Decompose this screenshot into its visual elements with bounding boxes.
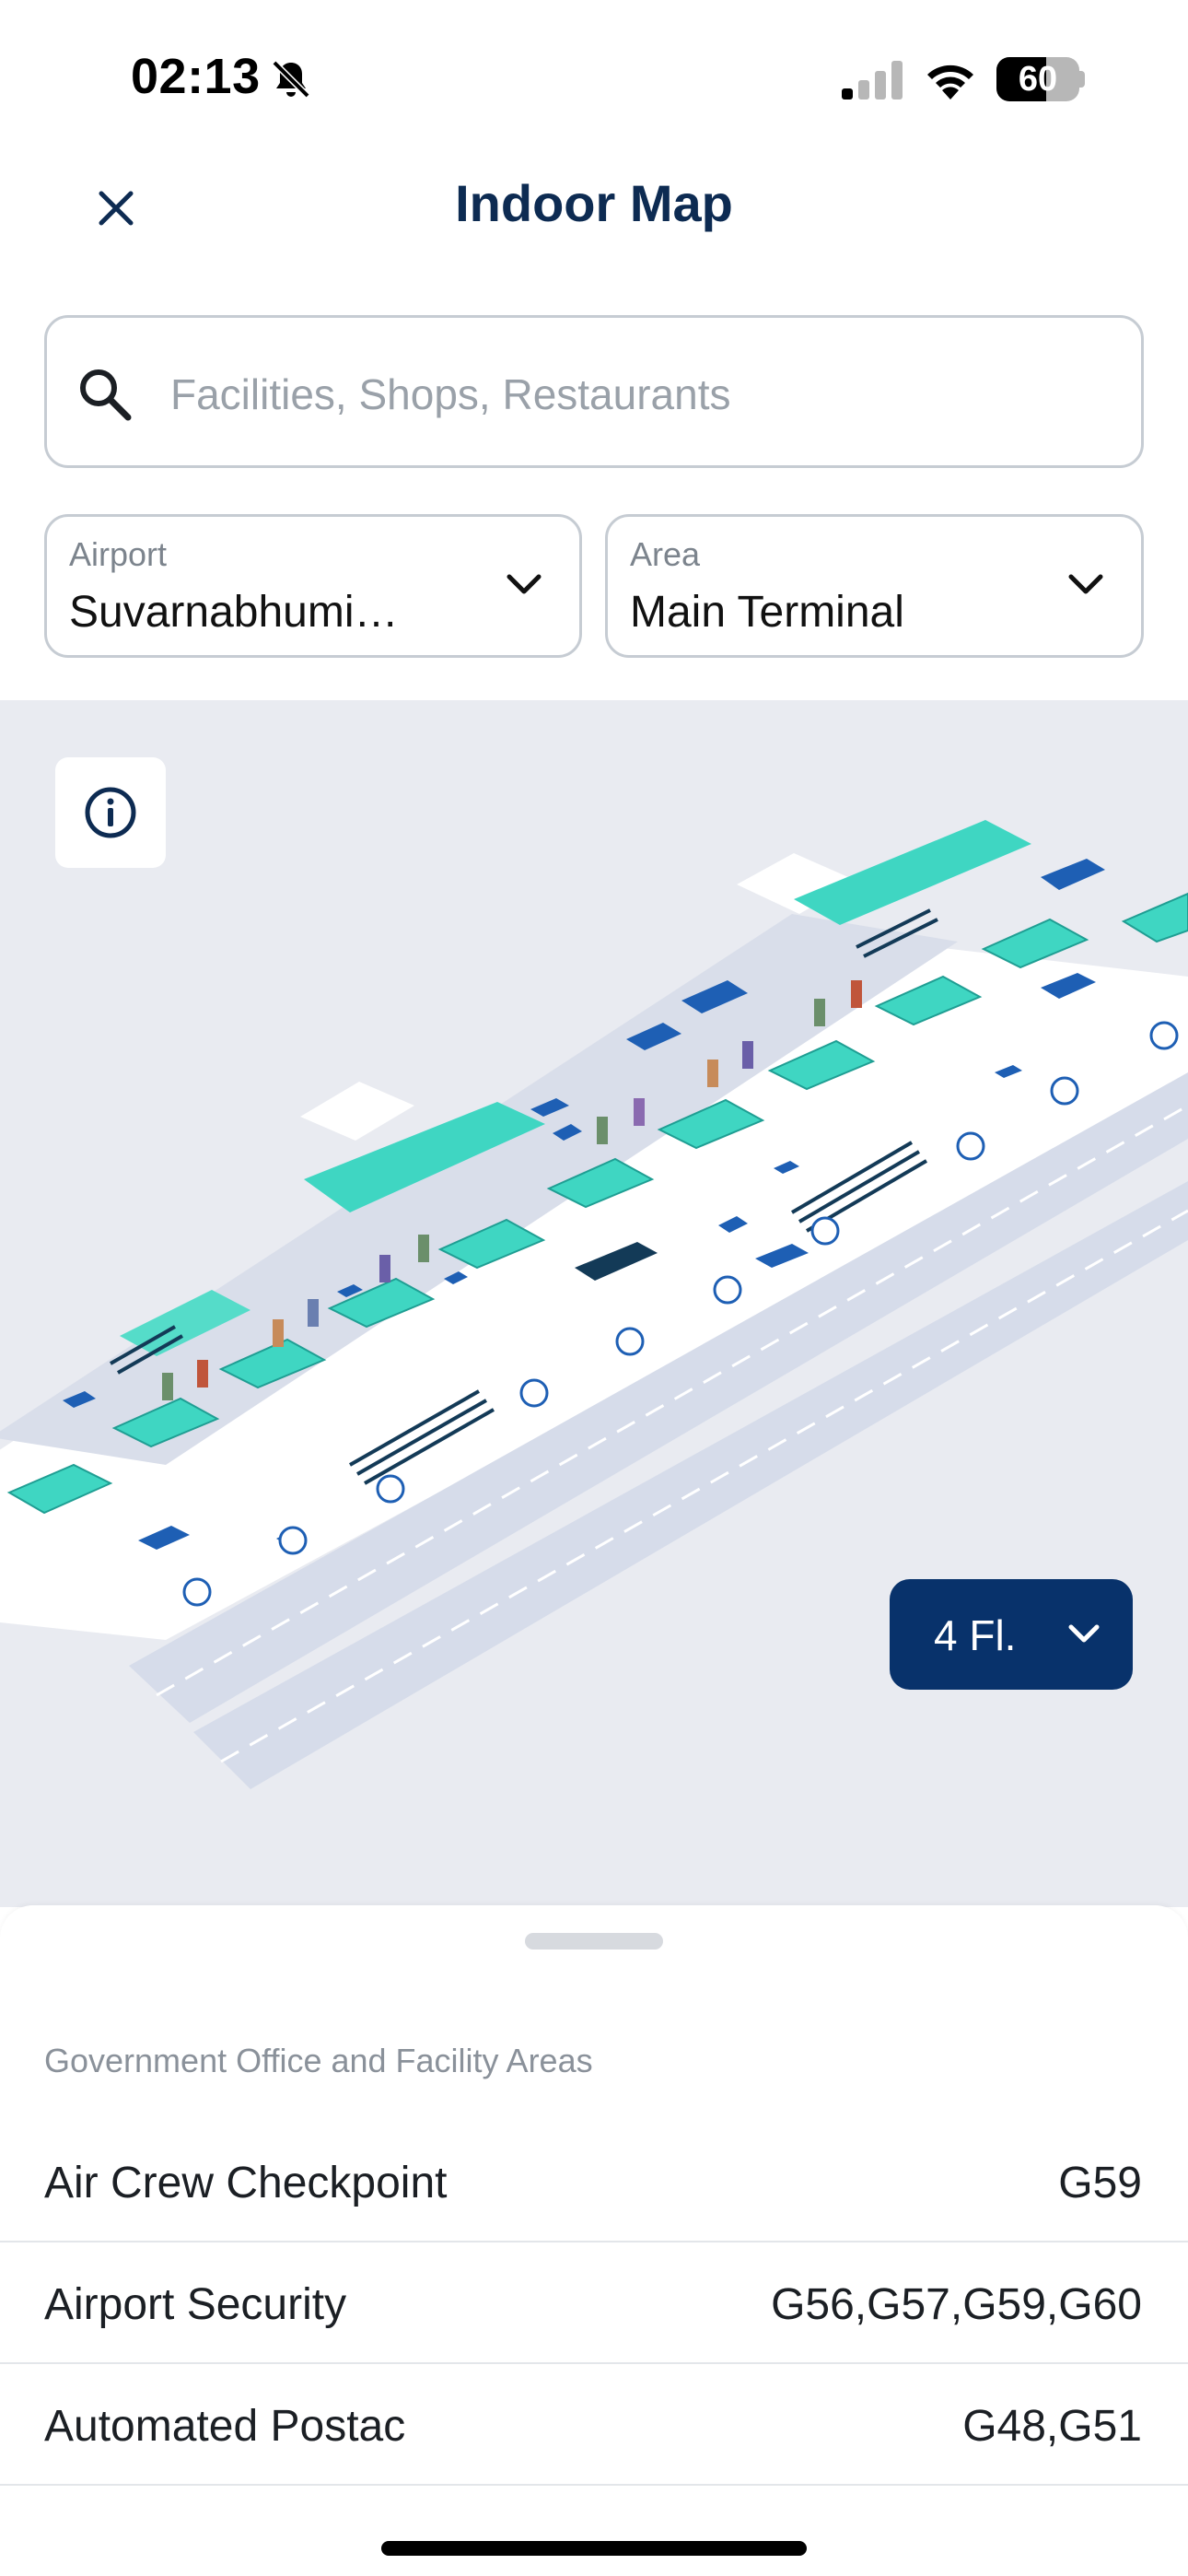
search-icon [80,369,132,421]
facility-name: Automated Postac [44,2402,406,2451]
search-input[interactable] [170,355,1110,434]
info-icon [85,787,136,838]
list-item[interactable]: Air Crew Checkpoint G59 [0,2121,1188,2242]
area-select[interactable]: Area Main Terminal [605,514,1144,658]
sheet-drag-handle[interactable] [525,1933,663,1950]
chevron-down-icon [1068,574,1103,594]
list-item[interactable]: Automated Postac G48,G51 [0,2364,1188,2486]
wifi-icon [927,64,973,100]
facility-gates: G56,G57,G59,G60 [771,2280,1142,2329]
airport-select-label: Airport [69,535,168,573]
bell-slash-icon [272,60,310,99]
airport-select-value: Suvarnabhumi… [69,588,399,637]
chevron-down-icon [1068,1624,1100,1643]
area-select-value: Main Terminal [630,588,904,637]
section-title: Government Office and Facility Areas [44,2042,593,2079]
facility-name: Air Crew Checkpoint [44,2159,448,2207]
facility-gates: G59 [1058,2159,1142,2207]
facility-gates: G48,G51 [962,2402,1142,2451]
battery-icon: 60 [996,57,1085,101]
facility-name: Airport Security [44,2280,347,2329]
home-indicator [381,2541,807,2556]
floor-label: 4 Fl. [934,1611,1017,1659]
area-select-label: Area [630,535,701,573]
floor-selector-button[interactable]: 4 Fl. [890,1579,1133,1690]
terminal-floor-plan[interactable] [0,700,1188,1907]
facility-list[interactable]: Air Crew Checkpoint G59 Airport Security… [0,2121,1188,2486]
list-item[interactable]: Airport Security G56,G57,G59,G60 [0,2242,1188,2364]
page-title: Indoor Map [455,174,733,232]
indoor-map[interactable]: 4 Fl. [0,700,1188,1907]
signal-icon [842,61,903,100]
status-bar: 02:13 60 [0,0,1188,138]
battery-level: 60 [1018,60,1058,99]
chevron-down-icon [507,574,542,594]
airport-select[interactable]: Airport Suvarnabhumi… [44,514,582,658]
indoor-map-screen: 02:13 60 Indoor Map Facilities, Shops, R… [0,0,1188,2576]
status-time: 02:13 [131,49,261,104]
facilities-bottom-sheet[interactable]: Government Office and Facility Areas Air… [0,1905,1188,2576]
search-box[interactable] [44,315,1144,468]
info-button[interactable] [55,757,166,868]
